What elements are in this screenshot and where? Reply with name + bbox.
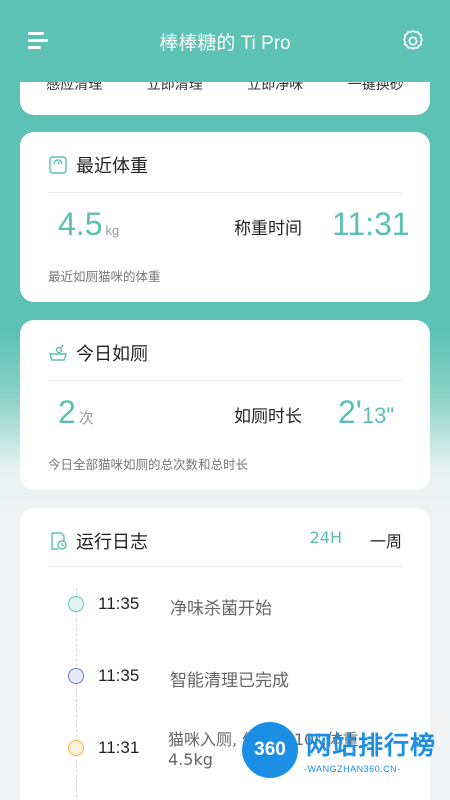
log-icon: [51, 532, 67, 550]
toilet-caption: 今日全部猫咪如厕的总次数和总时长: [48, 457, 249, 472]
tab-week[interactable]: 一周: [370, 528, 402, 552]
toilet-duration-label: 如厕时长: [234, 407, 302, 427]
toilet-duration-seconds: 13": [361, 403, 395, 428]
weight-unit: kg: [105, 223, 120, 238]
divider: [48, 380, 402, 381]
scale-icon: [49, 156, 67, 174]
watermark: 360 网站排行榜 -WANGZHAN360.CN-: [240, 716, 450, 800]
divider: [48, 566, 402, 567]
page-title: 棒棒糖的 Ti Pro: [159, 33, 291, 54]
weight-caption: 最近如厕猫咪的体重: [48, 269, 161, 284]
log-text: 净味杀菌开始: [170, 599, 272, 619]
weigh-time-value: 11:31: [332, 206, 410, 242]
toilet-duration-minutes: 2': [338, 394, 362, 430]
weight-value-block: 4.5 kg: [58, 206, 119, 243]
gear-icon[interactable]: [400, 28, 426, 54]
leaf-icon: [68, 596, 84, 612]
toilet-count: 2: [58, 394, 76, 430]
toilet-card-title: 今日如厕: [76, 344, 148, 365]
divider: [48, 192, 402, 193]
toilet-icon: [49, 344, 67, 361]
weight-card[interactable]: 最近体重 4.5 kg 称重时间 11:31 最近如厕猫咪的体重: [20, 132, 430, 302]
scroll-mask: [20, 60, 430, 82]
toilet-count-unit: 次: [78, 410, 94, 427]
toilet-count-block: 2次: [58, 394, 94, 431]
log-time: 11:35: [98, 666, 140, 685]
toilet-card[interactable]: 今日如厕 2次 如厕时长 2'13" 今日全部猫咪如厕的总次数和总时长: [20, 320, 430, 490]
weight-card-title: 最近体重: [76, 156, 148, 177]
watermark-text: 网站排行榜: [306, 731, 437, 760]
weigh-time-label: 称重时间: [234, 219, 302, 239]
quick-actions-card: 感应清理 立即清理 立即净味 一键换砂: [20, 60, 430, 115]
log-text: 智能清理已完成: [170, 671, 289, 691]
weight-value: 4.5: [58, 206, 103, 242]
log-text-line2: 4.5kg: [168, 750, 213, 769]
watermark-badge: 360: [242, 722, 298, 778]
log-time: 11:31: [98, 738, 140, 757]
log-card-title: 运行日志: [76, 532, 148, 553]
tab-24h[interactable]: 24H: [310, 528, 342, 552]
cat-icon: [68, 740, 84, 756]
clean-icon: [68, 668, 84, 684]
toilet-duration-block: 2'13": [338, 394, 394, 431]
log-entry[interactable]: 11:35 净味杀菌开始: [20, 590, 430, 630]
log-range-tabs: 24H 一周: [310, 528, 402, 552]
log-time: 11:35: [98, 594, 140, 613]
watermark-sub: -WANGZHAN360.CN-: [304, 764, 401, 774]
log-entry[interactable]: 11:35 智能清理已完成: [20, 662, 430, 702]
